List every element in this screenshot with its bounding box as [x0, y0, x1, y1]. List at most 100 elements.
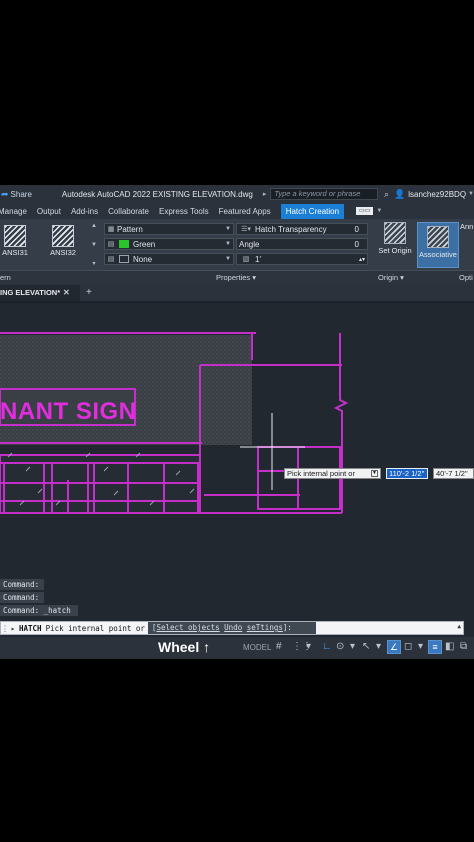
section-options[interactable]: Opti: [459, 273, 473, 282]
transparency-icon: ☰▾: [241, 226, 251, 233]
angle-label: Angle: [239, 239, 260, 249]
section-pattern[interactable]: ern: [0, 273, 11, 282]
ortho-icon[interactable]: ∟: [322, 641, 332, 652]
tab-featured-apps[interactable]: Featured Apps: [219, 207, 271, 216]
chevron-down-icon: ▼: [225, 226, 231, 232]
tooltip-text: Pick internal point or: [287, 469, 355, 478]
break-line: [333, 333, 349, 513]
file-tab-bar: ING ELEVATION* ✕ +: [0, 283, 474, 303]
file-tab-label: ING ELEVATION*: [0, 288, 61, 297]
grip-icon[interactable]: ⋮: [1, 624, 9, 633]
transparency-value: 0: [354, 224, 359, 234]
chevron-down-icon: ▼: [225, 241, 231, 247]
close-icon[interactable]: ✕: [63, 285, 70, 301]
tab-add-ins[interactable]: Add-ins: [71, 207, 98, 216]
command-history-line: Command:: [0, 592, 44, 603]
transparency-status-icon[interactable]: ◧: [445, 641, 454, 652]
search-input[interactable]: Type a keyword or phrase: [270, 188, 378, 200]
scroll-up-icon[interactable]: ▲: [91, 223, 97, 229]
background-color-select[interactable]: ▤ None ▼: [104, 253, 234, 265]
pattern-ansi31[interactable]: ANSI31: [0, 225, 30, 257]
chevron-down-icon[interactable]: ▼: [376, 208, 382, 214]
expand-icon[interactable]: ▾: [92, 260, 95, 267]
pattern-gallery-scroll[interactable]: ▲ ▼ ▾: [90, 223, 98, 267]
wheel-caption: Wheel ↑: [158, 639, 211, 655]
chevron-up-icon[interactable]: ▲: [457, 623, 461, 630]
dynamic-input-y[interactable]: 40'-7 1/2": [433, 468, 474, 479]
hatch-color-value: Green: [133, 239, 156, 249]
share-button[interactable]: ➦ Share: [1, 189, 32, 200]
tab-manage[interactable]: Manage: [0, 207, 27, 216]
hatch-color-select[interactable]: ▤ Green ▼: [104, 238, 234, 250]
file-tab-existing-elevation[interactable]: ING ELEVATION* ✕: [0, 285, 80, 301]
background-color-icon: ▤: [107, 256, 115, 263]
user-icon[interactable]: 👤: [394, 189, 405, 200]
model-space-button[interactable]: MODEL: [243, 643, 271, 652]
dropdown-icon[interactable]: ▾: [376, 641, 381, 652]
associative-button[interactable]: Associative: [417, 222, 459, 268]
section-properties[interactable]: Properties ▾: [216, 273, 256, 282]
color-icon: ▤: [107, 241, 115, 248]
transparency-label: Hatch Transparency: [255, 224, 327, 234]
ribbon-options-icon[interactable]: ▭▭: [356, 207, 374, 215]
autocad-window: ➦ Share Autodesk AutoCAD 2022 EXISTING E…: [0, 185, 474, 659]
ribbon-section-labels: ern Properties ▾ Origin ▾ Opti: [0, 270, 474, 283]
annotative-button[interactable]: Ann: [460, 222, 473, 231]
angle-field[interactable]: Angle 0: [236, 238, 368, 250]
tenant-sign-text: NANT SIGN: [0, 398, 137, 425]
polar-icon[interactable]: ⊙: [336, 641, 344, 652]
dropdown-icon[interactable]: ▾: [418, 641, 423, 652]
title-bar: ➦ Share Autodesk AutoCAD 2022 EXISTING E…: [0, 185, 474, 203]
option-select-objects[interactable]: Select objects: [156, 623, 219, 632]
tab-express-tools[interactable]: Express Tools: [159, 207, 209, 216]
tab-hatch-creation[interactable]: Hatch Creation: [280, 203, 345, 219]
selection-cycling-icon[interactable]: ⧉: [460, 641, 467, 652]
status-bar: Wheel ↑ MODEL # ⋮⋮ ▾ ∟ ⊙ ▾ ↖ ▾ ∠ ◻ ▾ ≡ ◧…: [0, 637, 474, 659]
tab-output[interactable]: Output: [37, 207, 61, 216]
ribbon-panel: ANSI31 ANSI32 ▲ ▼ ▾ ▦ Pattern ▼ ▤ Green …: [0, 219, 474, 283]
scale-spinner-icon[interactable]: ▴▾: [359, 256, 365, 263]
hatch-type-value: Pattern: [117, 224, 143, 234]
hatch-type-select[interactable]: ▦ Pattern ▼: [104, 223, 234, 235]
associative-icon: [427, 226, 449, 248]
none-swatch: [119, 255, 129, 263]
pattern-ansi32[interactable]: ANSI32: [48, 225, 78, 257]
object-snap-icon[interactable]: ◻: [404, 641, 412, 652]
customize-icon[interactable]: ▸: [9, 624, 17, 633]
angle-value: 0: [354, 239, 359, 249]
scale-field[interactable]: ▧ 1' ▴▾: [236, 253, 368, 265]
command-history-line: Command:: [0, 579, 44, 590]
tab-collaborate[interactable]: Collaborate: [108, 207, 149, 216]
hatch-pattern-icon: [4, 225, 26, 247]
hatch-pattern-icon: [52, 225, 74, 247]
chevron-down-icon[interactable]: ▼: [468, 191, 474, 197]
section-origin[interactable]: Origin ▾: [378, 273, 404, 282]
isodraft-icon[interactable]: ↖: [362, 641, 370, 652]
down-arrow-icon[interactable]: ▼: [371, 470, 378, 477]
share-icon: ➦: [1, 188, 9, 199]
chevron-down-icon: ▼: [225, 256, 231, 262]
new-tab-icon[interactable]: +: [86, 287, 92, 298]
chevron-right-icon[interactable]: ▸: [263, 190, 267, 198]
background-color-value: None: [133, 254, 153, 264]
lineweight-icon[interactable]: ≡: [428, 640, 442, 654]
set-origin-button[interactable]: Set Origin: [377, 222, 413, 255]
dropdown-icon[interactable]: ▾: [350, 641, 355, 652]
hatch-type-icon: ▦: [107, 226, 115, 233]
scale-icon: ▧: [242, 256, 250, 263]
search-icon[interactable]: ⌕: [384, 189, 389, 200]
scale-value: 1': [255, 254, 261, 264]
dynamic-input-x[interactable]: 110'-2 1/2": [386, 468, 428, 479]
drawing-canvas[interactable]: NANT SIGN Pick internal point or ▼ 110'-…: [0, 305, 474, 575]
option-settings[interactable]: seTtings: [247, 623, 283, 632]
user-name[interactable]: lsanchez92BDQ: [408, 190, 466, 199]
object-snap-tracking-icon[interactable]: ∠: [387, 640, 401, 654]
option-undo[interactable]: Undo: [224, 623, 242, 632]
dropdown-icon[interactable]: ▾: [306, 641, 311, 652]
grid-icon[interactable]: #: [276, 641, 282, 652]
command-prompt: Pick internal point or: [45, 623, 145, 633]
hatch-transparency-field[interactable]: ☰▾ Hatch Transparency 0: [236, 223, 368, 235]
command-line-input[interactable]: ⋮ ▸ HATCH Pick internal point or [Select…: [0, 621, 464, 635]
scroll-down-icon[interactable]: ▼: [91, 242, 97, 248]
share-label: Share: [10, 189, 32, 199]
